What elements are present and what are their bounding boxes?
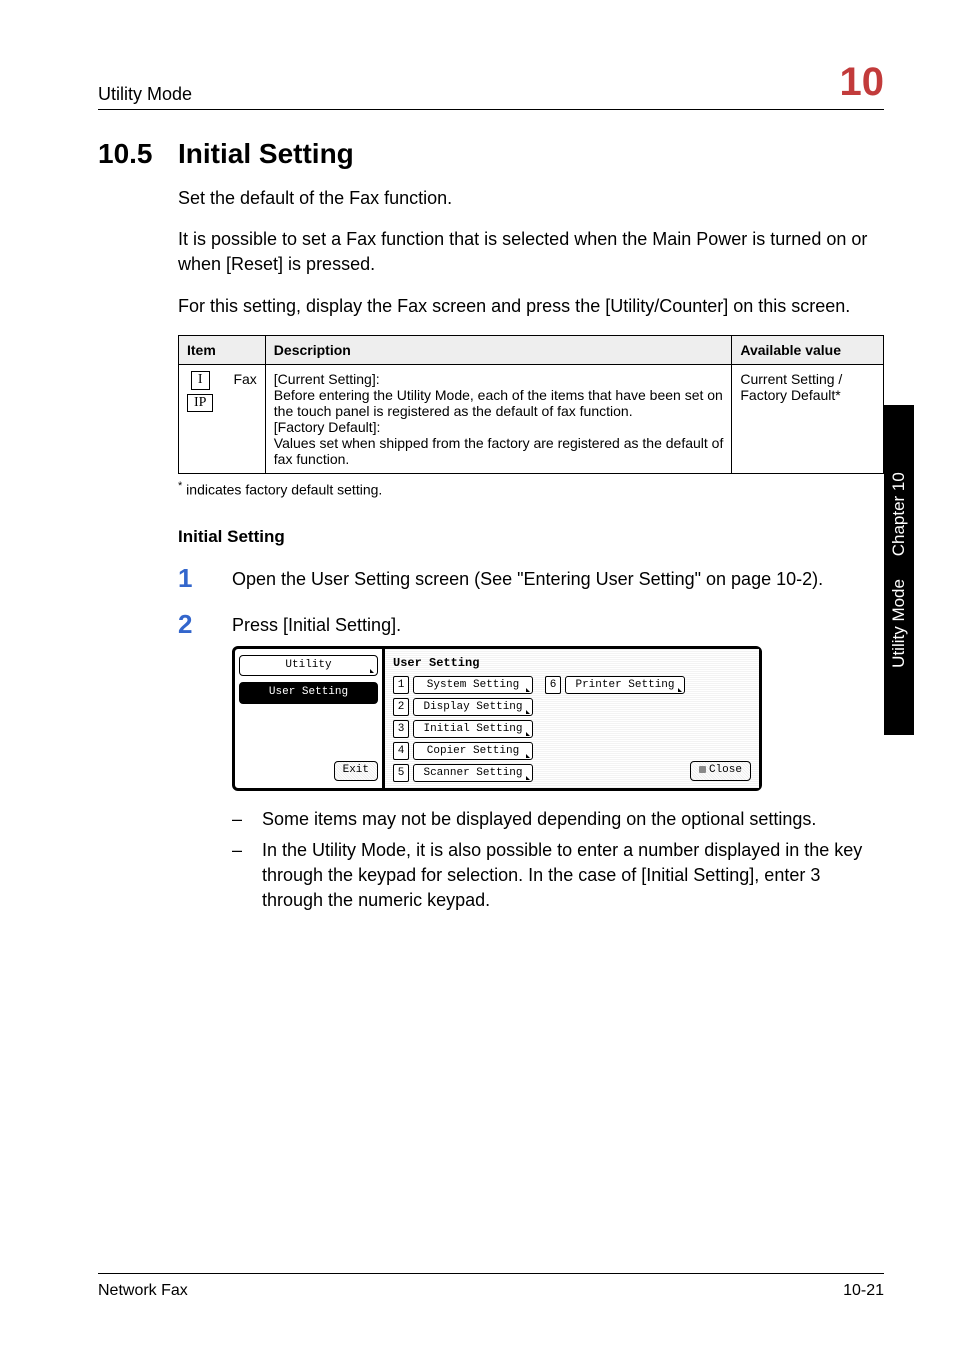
i-icon: I: [191, 371, 210, 390]
ui-screenshot: Utility User Setting Exit User Setting 1…: [232, 646, 762, 791]
section-number: 10.5: [98, 138, 178, 170]
ui-system-setting[interactable]: System Setting: [413, 676, 533, 694]
note-2: In the Utility Mode, it is also possible…: [262, 838, 884, 914]
ui-copier-setting[interactable]: Copier Setting: [413, 742, 533, 760]
table-header-item: Item: [179, 335, 266, 364]
item-description: [Current Setting]: Before entering the U…: [265, 364, 732, 473]
step-number-2: 2: [178, 611, 208, 920]
side-tab-mode: Utility Mode: [889, 579, 908, 668]
ui-num: 4: [393, 742, 409, 760]
ui-num: 3: [393, 720, 409, 738]
side-tab: Utility Mode Chapter 10: [884, 405, 914, 735]
ip-icon: IP: [187, 394, 213, 413]
ui-user-setting-button[interactable]: User Setting: [239, 682, 378, 703]
ui-utility-button[interactable]: Utility: [239, 655, 378, 676]
dash-icon: –: [232, 838, 246, 914]
section-title: Initial Setting: [178, 138, 354, 169]
table-header-available: Available value: [732, 335, 884, 364]
side-tab-chapter: Chapter 10: [889, 472, 908, 556]
ui-printer-setting[interactable]: Printer Setting: [565, 676, 685, 694]
step-text-2: Press [Initial Setting].: [232, 613, 884, 638]
ui-num: 5: [393, 764, 409, 782]
chapter-number-badge: 10: [840, 60, 885, 105]
footer-left: Network Fax: [98, 1282, 188, 1300]
item-name: Fax: [225, 364, 265, 473]
table-header-description: Description: [265, 335, 732, 364]
running-head: Utility Mode: [98, 84, 192, 105]
item-available: Current Setting / Factory Default*: [732, 364, 884, 473]
ui-num: 2: [393, 698, 409, 716]
table-row: I IP Fax [Current Setting]: Before enter…: [179, 364, 884, 473]
ui-close-button[interactable]: Close: [690, 761, 751, 780]
ui-display-setting[interactable]: Display Setting: [413, 698, 533, 716]
ui-initial-setting[interactable]: Initial Setting: [413, 720, 533, 738]
ui-exit-button[interactable]: Exit: [334, 761, 378, 780]
ui-num: 6: [545, 676, 561, 694]
note-1: Some items may not be displayed dependin…: [262, 807, 816, 832]
ui-panel-title: User Setting: [393, 655, 751, 672]
table-footnote: * indicates factory default setting.: [178, 480, 884, 498]
intro-para-1: Set the default of the Fax function.: [178, 186, 884, 211]
ui-scanner-setting[interactable]: Scanner Setting: [413, 764, 533, 782]
step-text-1: Open the User Setting screen (See "Enter…: [232, 565, 884, 592]
settings-table: Item Description Available value I IP Fa…: [178, 335, 884, 474]
dash-icon: –: [232, 807, 246, 832]
intro-para-3: For this setting, display the Fax screen…: [178, 294, 884, 319]
step-number-1: 1: [178, 565, 208, 592]
ui-num: 1: [393, 676, 409, 694]
footer-right: 10-21: [843, 1282, 884, 1300]
intro-para-2: It is possible to set a Fax function tha…: [178, 227, 884, 277]
procedure-heading: Initial Setting: [178, 527, 884, 547]
